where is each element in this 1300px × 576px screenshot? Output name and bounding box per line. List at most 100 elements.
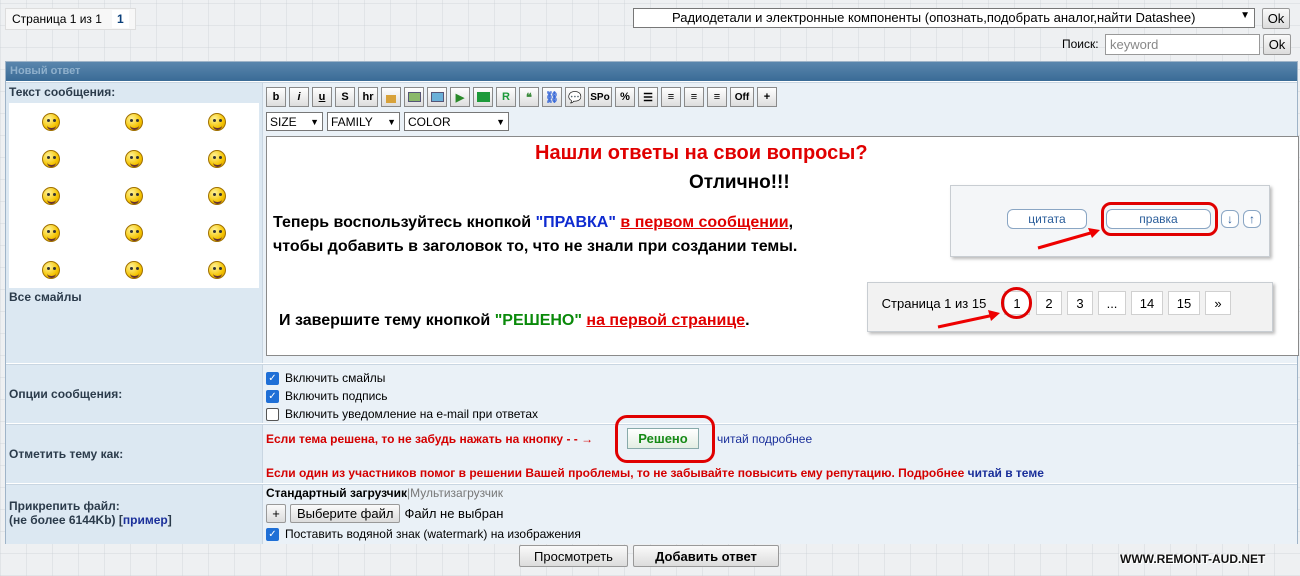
edit-highlight-ring [1101,202,1218,236]
option-signature[interactable]: ✓ Включить подпись [266,387,1294,405]
shot-page-14: 14 [1131,291,1163,315]
tab-standard-uploader[interactable]: Стандартный загрузчик [266,486,407,500]
align-left-icon[interactable]: ≡ [661,87,681,107]
pagination-label: Страница 1 из 1 [12,12,102,26]
smiley-icon[interactable] [124,186,143,205]
color-select-value: COLOR [408,114,451,129]
strike-button[interactable]: S [335,87,355,107]
attach-row: Прикрепить файл: (не более 6144Kb) [прим… [6,484,1297,544]
attach-label: Прикрепить файл: [9,499,120,513]
checkbox-checked-icon[interactable]: ✓ [266,371,279,385]
speech-icon[interactable]: 💬 [565,87,585,107]
search-input[interactable]: keyword [1105,34,1260,55]
checkbox-checked-icon[interactable]: ✓ [266,389,279,403]
off-button[interactable]: Off [730,87,754,107]
tab-multi-uploader[interactable]: Мультизагрузчик [410,486,503,500]
smiley-icon[interactable] [124,223,143,242]
link-icon[interactable]: ⛓ [542,87,562,107]
forum-jump-value: Радиодетали и электронные компоненты (оп… [672,10,1196,25]
smiley-icon[interactable] [41,112,60,131]
search-ok-button[interactable]: Ok [1263,34,1291,55]
no-file-label: Файл не выбран [404,506,504,521]
add-file-button[interactable]: + [266,504,286,523]
align-center-icon[interactable]: ≡ [684,87,704,107]
editor-title: Нашли ответы на свои вопросы? [535,142,868,164]
shot-page-3: 3 [1067,291,1093,315]
pagination: Страница 1 из 1 1 [5,8,136,30]
hr-button[interactable]: hr [358,87,378,107]
editor-line-3: И завершите тему кнопкой "РЕШЕНО" на пер… [279,312,750,330]
editor-line-1: Теперь воспользуйтесь кнопкой "ПРАВКА" в… [273,214,793,232]
read-more-link[interactable]: читай подробнее [717,432,812,446]
chevron-down-icon: ▼ [496,116,505,127]
smiley-icon[interactable] [41,149,60,168]
smiley-icon[interactable] [208,260,227,279]
align-right-icon[interactable]: ≡ [707,87,727,107]
line1-comma: , [788,214,794,231]
smiley-icon[interactable] [41,223,60,242]
percent-button[interactable]: % [615,87,635,107]
up-icon: ↑ [1243,210,1261,228]
smiley-icon[interactable] [208,223,227,242]
smiley-icon[interactable] [124,112,143,131]
line3-text: И завершите тему кнопкой [279,312,495,329]
attach-limit-close: ] [167,513,172,527]
italic-button[interactable]: i [289,87,309,107]
solved-highlight-ring [615,415,715,463]
smiley-icon[interactable] [208,186,227,205]
image-icon[interactable] [404,87,424,107]
spoiler-button[interactable]: SPo [588,87,612,107]
forum-jump-ok-button[interactable]: Ok [1262,8,1290,29]
submit-reply-button[interactable]: Добавить ответ [633,545,779,567]
shot-page-next: » [1205,291,1231,315]
choose-file-button[interactable]: Выберите файл [290,504,401,523]
checkbox-checked-icon[interactable]: ✓ [266,527,279,541]
line3-first-page: на первой странице [586,312,746,329]
pagination-screenshot: Страница 1 из 15 1 2 3 ... 14 15 » [867,282,1273,332]
smiley-icon[interactable] [208,149,227,168]
video-icon[interactable] [473,87,493,107]
checkbox-icon[interactable] [266,407,279,421]
attach-label-cell: Прикрепить файл: (не более 6144Kb) [прим… [6,485,263,544]
option-watermark[interactable]: ✓ Поставить водяной знак (watermark) на и… [266,525,1294,543]
smiley-icon[interactable] [41,260,60,279]
mark-line-1: Если тема решена, то не забудь нажать на… [266,432,593,446]
message-textarea[interactable]: Нашли ответы на свои вопросы? Отлично!!!… [266,136,1299,356]
line3-dot: . [745,312,750,329]
size-select[interactable]: SIZE ▼ [266,112,323,131]
option-smilies[interactable]: ✓ Включить смайлы [266,369,1294,387]
color-select[interactable]: COLOR ▼ [404,112,509,131]
list-icon[interactable]: ☰ [638,87,658,107]
lock-icon[interactable] [381,87,401,107]
attach-icon[interactable]: ▶ [450,87,470,107]
format-toolbar: b i u S hr ▶ R ❝ ⛓ 💬 SPo % ☰ ≡ ≡ ≡ Off + [266,87,1294,107]
option-smilies-label: Включить смайлы [285,371,386,385]
r-button[interactable]: R [496,87,516,107]
smiley-icon[interactable] [124,149,143,168]
all-smilies-link[interactable]: Все смайлы [9,290,259,304]
format-selects: SIZE ▼ FAMILY ▼ COLOR ▼ [266,112,1294,131]
mark-cell: Если тема решена, то не забудь нажать на… [263,415,1297,483]
plus-button[interactable]: + [757,87,777,107]
underline-button[interactable]: u [312,87,332,107]
picture-icon[interactable] [427,87,447,107]
shot-page-2: 2 [1036,291,1062,315]
attach-limit: (не более 6144Kb) [пример] [9,513,259,527]
bold-button[interactable]: b [266,87,286,107]
quote-icon[interactable]: ❝ [519,87,539,107]
attach-example-link[interactable]: пример [123,513,168,527]
family-select[interactable]: FAMILY ▼ [327,112,400,131]
forum-jump-select[interactable]: Радиодетали и электронные компоненты (оп… [633,8,1255,28]
shot-page-dots: ... [1098,291,1126,315]
search-label: Поиск: [1062,37,1099,51]
pagination-current[interactable]: 1 [111,10,129,28]
option-email-notify[interactable]: Включить уведомление на e-mail при ответ… [266,405,1294,423]
smilies-panel [9,103,259,288]
preview-button[interactable]: Просмотреть [519,545,628,567]
read-in-topic-link[interactable]: читай в теме [968,466,1044,480]
option-email-label: Включить уведомление на e-mail при ответ… [285,407,539,421]
smiley-icon[interactable] [41,186,60,205]
mark-line-2: Если один из участников помог в решении … [266,466,1044,480]
smiley-icon[interactable] [208,112,227,131]
smiley-icon[interactable] [124,260,143,279]
